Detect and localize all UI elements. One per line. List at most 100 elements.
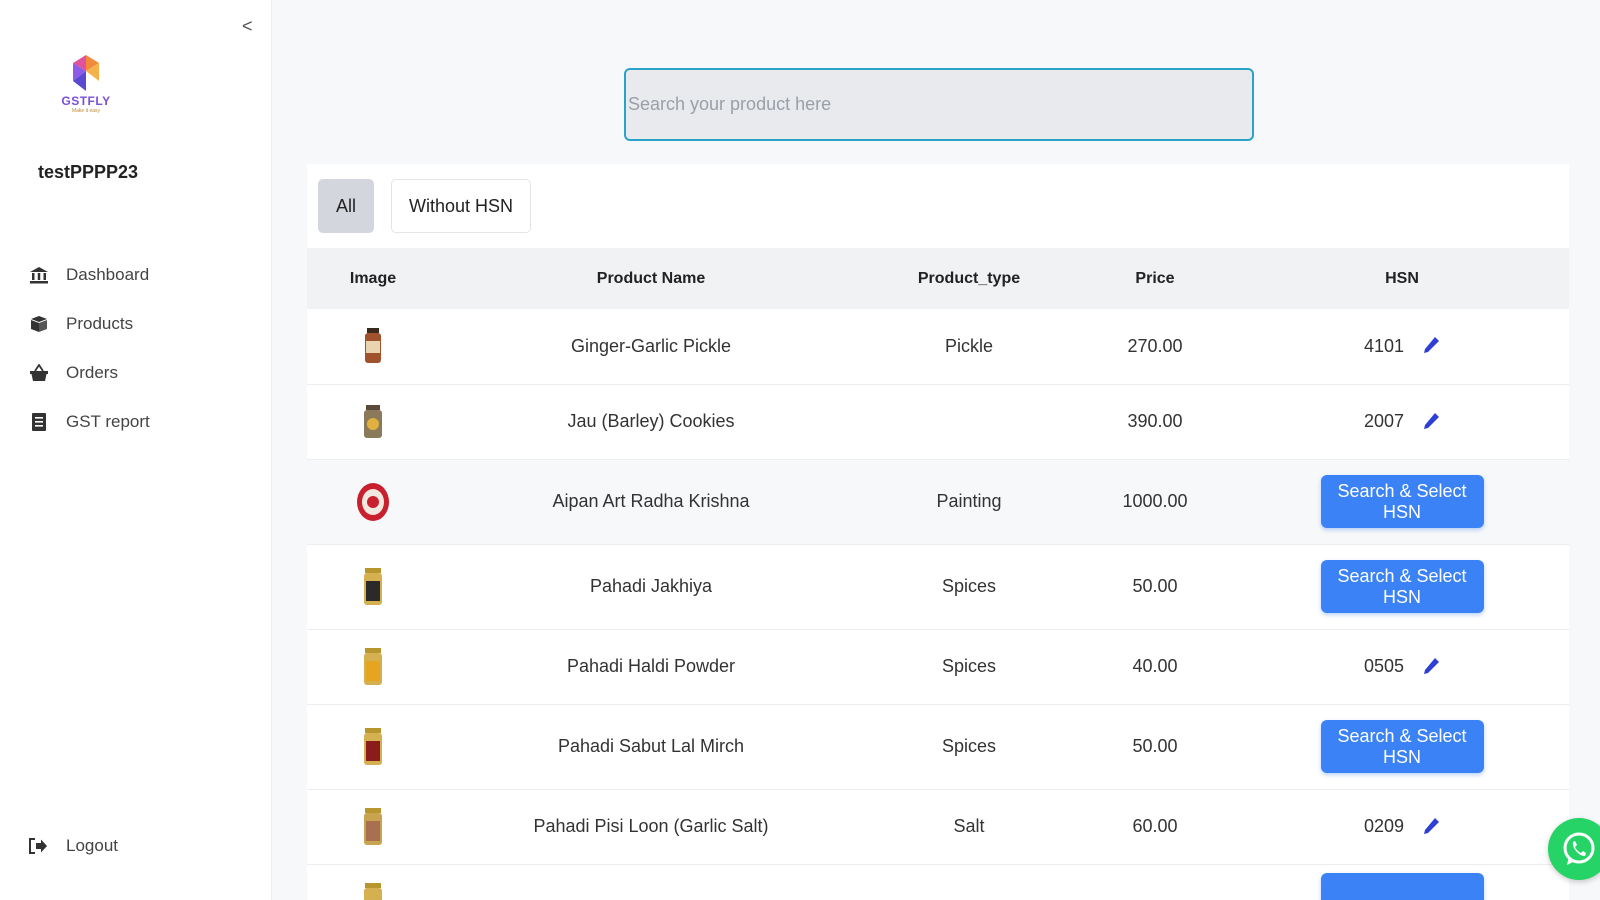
table-row: Ginger-Garlic Pickle Pickle 270.00 4101 (307, 309, 1569, 384)
collapse-sidebar-icon[interactable]: < (242, 16, 253, 37)
tab-all[interactable]: All (318, 179, 375, 233)
product-painting-image (357, 482, 389, 521)
search-select-hsn-button[interactable]: Search & Select HSN (1320, 475, 1484, 528)
product-image-cell (307, 459, 439, 544)
product-jar-image (364, 647, 382, 685)
report-icon (28, 412, 50, 432)
product-image-cell (307, 789, 439, 864)
product-type: Pickle (944, 335, 993, 356)
product-image-cell (307, 384, 439, 459)
search-input[interactable] (624, 68, 1254, 141)
pencil-edit-icon[interactable] (1422, 336, 1440, 356)
table-header-row: Image Product Name Product_type Price HS… (307, 248, 1569, 309)
sidebar-item-dashboard[interactable]: Dashboard (28, 250, 248, 299)
product-jar-image (364, 882, 382, 900)
logo-subtext: Make it easy (71, 108, 101, 114)
product-image-cell (307, 544, 439, 629)
bank-icon (28, 265, 50, 285)
column-header-product-type: Product_type (917, 269, 1021, 287)
products-box-icon (28, 314, 50, 334)
product-name: Ginger-Garlic Pickle (570, 335, 732, 356)
product-type (863, 864, 1075, 900)
products-table: Image Product Name Product_type Price HS… (307, 248, 1569, 900)
product-price (1075, 864, 1235, 900)
sidebar-item-gst-report[interactable]: GST report (28, 397, 248, 446)
hsn-cell: 4101 (1235, 309, 1569, 384)
product-price: 390.00 (1127, 411, 1183, 431)
logout-button[interactable]: Logout (28, 836, 118, 856)
product-name: Pahadi Jakhiya (589, 576, 713, 596)
hsn-cell: Search & Select HSN (1235, 544, 1569, 629)
table-row: Pahadi Pisi Loon (Garlic Salt) Salt 60.0… (307, 789, 1569, 864)
pencil-edit-icon[interactable] (1422, 817, 1440, 837)
product-image-cell (307, 309, 439, 384)
product-name (439, 864, 863, 900)
sidebar-item-products[interactable]: Products (28, 299, 248, 348)
hsn-cell (1235, 864, 1569, 900)
column-header-price: Price (1135, 269, 1175, 287)
sidebar: < GSTFLY Make it easy testPPPP23 Dashboa… (0, 0, 272, 900)
product-name: Jau (Barley) Cookies (567, 411, 735, 431)
search-select-hsn-button[interactable] (1320, 872, 1484, 900)
hsn-cell: Search & Select HSN (1235, 459, 1569, 544)
product-price: 40.00 (1132, 656, 1178, 676)
product-image-cell (307, 704, 439, 789)
column-header-product-name: Product Name (596, 269, 706, 287)
table-row: Pahadi Sabut Lal Mirch Spices 50.00 Sear… (307, 704, 1569, 789)
logout-label: Logout (66, 836, 118, 855)
product-price: 50.00 (1132, 736, 1178, 756)
product-image-cell (307, 864, 439, 900)
table-row: Aipan Art Radha Krishna Painting 1000.00… (307, 459, 1569, 544)
column-header-image: Image (349, 269, 397, 287)
product-price: 50.00 (1132, 576, 1178, 596)
sidebar-item-orders[interactable]: Orders (28, 348, 248, 397)
search-select-hsn-button[interactable]: Search & Select HSN (1320, 560, 1484, 613)
table-row: Pahadi Haldi Powder Spices 40.00 0505 (307, 629, 1569, 704)
logo-mark-icon (73, 55, 99, 91)
product-jar-image (365, 328, 381, 364)
table-row: Pahadi Jakhiya Spices 50.00 Search & Sel… (307, 544, 1569, 629)
product-price: 270.00 (1127, 335, 1183, 356)
column-header-hsn: HSN (1385, 269, 1419, 287)
table-row (307, 864, 1569, 900)
product-price: 60.00 (1132, 816, 1178, 836)
product-image-cell (307, 629, 439, 704)
table-row: Jau (Barley) Cookies 390.00 2007 (307, 384, 1569, 459)
hsn-cell: 0209 (1235, 789, 1569, 864)
pencil-edit-icon[interactable] (1422, 412, 1440, 432)
tab-without-hsn[interactable]: Without HSN (391, 179, 532, 233)
product-jar-image (364, 567, 382, 605)
whatsapp-icon (1563, 832, 1595, 865)
product-type: Spices (941, 736, 997, 756)
hsn-code: 0209 (1363, 816, 1405, 836)
logout-icon (28, 836, 50, 856)
product-name: Pahadi Pisi Loon (Garlic Salt) (533, 816, 769, 836)
filter-tabs: All Without HSN (318, 179, 548, 233)
basket-icon (28, 363, 50, 383)
product-jar-image (364, 727, 382, 765)
username: testPPPP23 (38, 162, 139, 182)
product-name: Aipan Art Radha Krishna (552, 491, 750, 511)
search-select-hsn-button[interactable]: Search & Select HSN (1320, 720, 1484, 773)
sidebar-item-label: Dashboard (66, 264, 150, 284)
hsn-code: 2007 (1363, 411, 1405, 431)
sidebar-nav: Dashboard Products Orders GST report (28, 250, 248, 446)
sidebar-item-label: Orders (66, 362, 118, 382)
products-panel: All Without HSN Image Product Name Produ… (307, 164, 1569, 900)
product-type: Salt (953, 816, 985, 836)
hsn-code: 0505 (1363, 656, 1405, 676)
sidebar-item-label: Products (66, 313, 134, 333)
pencil-edit-icon[interactable] (1422, 657, 1440, 677)
product-type: Painting (936, 491, 1002, 511)
product-name: Pahadi Haldi Powder (566, 656, 736, 676)
product-price: 1000.00 (1122, 491, 1188, 511)
gstfly-logo: GSTFLY Make it easy (58, 54, 114, 124)
hsn-code: 4101 (1363, 335, 1405, 356)
hsn-cell: 0505 (1235, 629, 1569, 704)
logo-text: GSTFLY (61, 94, 111, 108)
hsn-cell: 2007 (1235, 384, 1569, 459)
hsn-cell: Search & Select HSN (1235, 704, 1569, 789)
product-name: Pahadi Sabut Lal Mirch (557, 736, 745, 756)
product-type (863, 384, 1075, 459)
product-jar-image (364, 404, 382, 438)
